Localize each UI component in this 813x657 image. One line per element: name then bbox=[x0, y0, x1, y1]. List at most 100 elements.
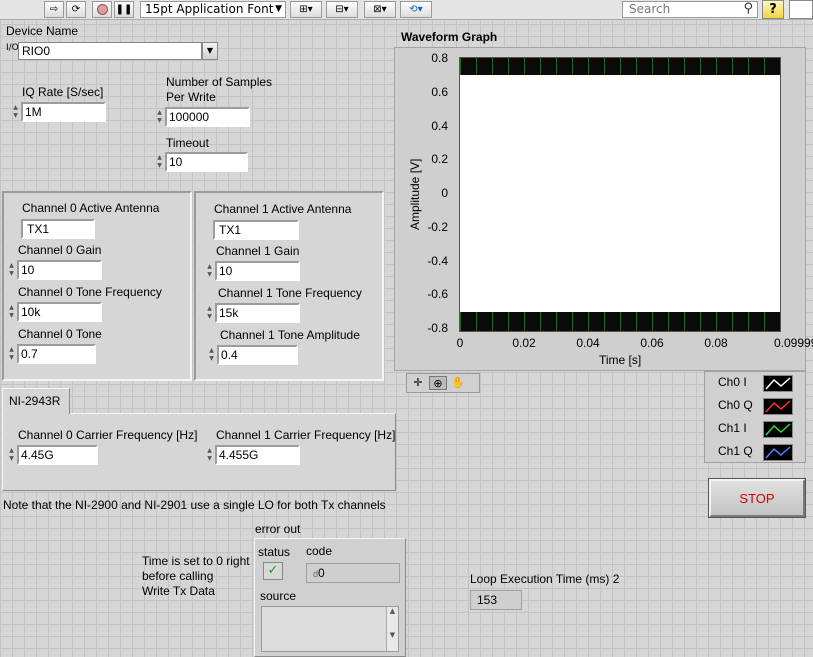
iq-rate-value[interactable]: 1M bbox=[21, 102, 106, 122]
plot-legend: Ch0 I Ch0 Q Ch1 I Ch1 Q bbox=[704, 371, 806, 463]
source-indicator: ▲ ▼ bbox=[261, 606, 399, 652]
channel1-gain-control[interactable]: ▲ ▼ 10 bbox=[204, 261, 300, 281]
align-objects-icon[interactable]: ⊞▾ bbox=[290, 1, 322, 18]
ch0-carrier-label: Channel 0 Carrier Frequency [Hz] bbox=[18, 428, 198, 442]
scrollbar[interactable]: ▲ ▼ bbox=[386, 607, 398, 651]
channel0-antenna-label: Channel 0 Active Antenna bbox=[22, 201, 160, 215]
channel0-tone-freq-label: Channel 0 Tone Frequency bbox=[18, 285, 162, 299]
legend-label: Ch1 Q bbox=[718, 444, 753, 458]
legend-item[interactable]: Ch0 Q bbox=[705, 395, 807, 418]
y-tick-label: 0.6 bbox=[431, 84, 448, 99]
channel1-tone-amp-control[interactable]: ▲ ▼ 0.4 bbox=[206, 345, 298, 365]
ch1-carrier-value[interactable]: 4.455G bbox=[215, 445, 300, 465]
timeout-label: Timeout bbox=[166, 136, 209, 150]
ch1-carrier-control[interactable]: ▲ ▼ 4.455G bbox=[204, 445, 300, 465]
reorder-icon[interactable]: ⟲▾ bbox=[400, 1, 432, 18]
loop-time-label: Loop Execution Time (ms) 2 bbox=[470, 572, 620, 586]
chevron-down-icon: ▼ bbox=[275, 4, 282, 14]
channel1-tone-freq-value[interactable]: 15k bbox=[215, 303, 300, 323]
io-icon: I/O bbox=[6, 43, 19, 53]
increment-arrows-icon[interactable]: ▲ ▼ bbox=[154, 152, 165, 172]
increment-arrows-icon[interactable]: ▲ ▼ bbox=[204, 261, 215, 281]
x-axis-label: Time [s] bbox=[599, 353, 642, 367]
vi-icon bbox=[789, 0, 813, 19]
stop-button[interactable]: STOP bbox=[708, 478, 806, 518]
channel0-antenna-value[interactable]: TX1 bbox=[21, 219, 95, 239]
y-tick-label: 0.4 bbox=[431, 118, 448, 133]
channel1-tone-amp-value[interactable]: 0.4 bbox=[217, 345, 298, 365]
channel0-gain-value[interactable]: 10 bbox=[17, 260, 102, 280]
legend-swatch bbox=[763, 421, 793, 438]
iq-rate-control[interactable]: ▲ ▼ 1M bbox=[10, 102, 106, 122]
increment-arrows-icon[interactable]: ▲ ▼ bbox=[6, 302, 17, 322]
channel0-tone-value[interactable]: 0.7 bbox=[17, 344, 96, 364]
increment-arrows-icon[interactable]: ▲ ▼ bbox=[6, 344, 17, 364]
channel1-antenna-label: Channel 1 Active Antenna bbox=[214, 202, 352, 216]
checkmark-icon: ✓ bbox=[263, 562, 283, 580]
device-name-control[interactable]: I/O RIO0 ▼ bbox=[6, 42, 218, 60]
y-tick-label: -0.4 bbox=[427, 253, 448, 268]
ch0-carrier-value[interactable]: 4.45G bbox=[17, 445, 98, 465]
graph-palette: ✛ ⊕ ✋ bbox=[406, 373, 480, 393]
channel1-gain-value[interactable]: 10 bbox=[215, 261, 300, 281]
code-indicator: d0 bbox=[306, 563, 400, 583]
y-tick-label: -0.8 bbox=[427, 321, 448, 335]
iq-rate-label: IQ Rate [S/sec] bbox=[22, 85, 104, 99]
timeout-control[interactable]: ▲ ▼ 10 bbox=[154, 152, 248, 172]
channel1-gain-label: Channel 1 Gain bbox=[216, 244, 300, 258]
x-tick-label: 0.02 bbox=[512, 336, 536, 350]
samples-value[interactable]: 100000 bbox=[165, 107, 250, 127]
increment-arrows-icon[interactable]: ▲ ▼ bbox=[6, 445, 17, 465]
chevron-down-icon[interactable]: ▼ bbox=[202, 42, 218, 60]
channel0-gain-control[interactable]: ▲ ▼ 10 bbox=[6, 260, 102, 280]
cursor-move-icon[interactable]: ✛ bbox=[409, 376, 427, 390]
channel0-tone-freq-control[interactable]: ▲ ▼ 10k bbox=[6, 302, 102, 322]
search-input[interactable]: Search ⚲ bbox=[622, 1, 758, 18]
samples-control[interactable]: ▲ ▼ 100000 bbox=[154, 107, 250, 127]
search-placeholder: Search bbox=[629, 2, 671, 16]
increment-arrows-icon[interactable]: ▲ ▼ bbox=[206, 345, 217, 365]
channel1-antenna-value[interactable]: TX1 bbox=[213, 220, 299, 240]
run-continuously-icon[interactable]: ⟳ bbox=[66, 1, 86, 18]
time-note-line1: Time is set to 0 right bbox=[142, 554, 250, 568]
abort-icon[interactable] bbox=[92, 1, 112, 18]
channel1-tone-freq-control[interactable]: ▲ ▼ 15k bbox=[204, 303, 300, 323]
increment-arrows-icon[interactable]: ▲ ▼ bbox=[10, 102, 21, 122]
timeout-value[interactable]: 10 bbox=[165, 152, 248, 172]
channel0-tone-control[interactable]: ▲ ▼ 0.7 bbox=[6, 344, 96, 364]
font-label: 15pt Application Font bbox=[145, 2, 274, 16]
distribute-objects-icon[interactable]: ⊟▾ bbox=[326, 1, 358, 18]
channel1-tone-amp-label: Channel 1 Tone Amplitude bbox=[220, 328, 360, 342]
lo-note: Note that the NI-2900 and NI-2901 use a … bbox=[3, 498, 386, 512]
zoom-icon[interactable]: ⊕ bbox=[429, 376, 447, 390]
legend-swatch bbox=[763, 444, 793, 461]
pause-icon[interactable]: ❚❚ bbox=[114, 1, 134, 18]
legend-item[interactable]: Ch0 I bbox=[705, 372, 807, 395]
help-icon[interactable]: ? bbox=[762, 0, 784, 19]
font-selector[interactable]: 15pt Application Font ▼ bbox=[140, 1, 286, 18]
y-tick-label: 0 bbox=[441, 186, 448, 200]
time-note-line3: Write Tx Data bbox=[142, 584, 215, 598]
legend-label: Ch1 I bbox=[718, 421, 747, 435]
samples-label-line2: Per Write bbox=[166, 90, 216, 104]
tab-ni-2943r[interactable]: NI-2943R bbox=[2, 388, 70, 414]
y-tick-label: -0.2 bbox=[427, 219, 448, 234]
run-arrow-icon[interactable]: ⇨ bbox=[44, 1, 64, 18]
plot-area[interactable] bbox=[459, 57, 781, 332]
ch0-carrier-control[interactable]: ▲ ▼ 4.45G bbox=[6, 445, 98, 465]
pan-hand-icon[interactable]: ✋ bbox=[449, 376, 467, 390]
resize-objects-icon[interactable]: ⊠▾ bbox=[364, 1, 396, 18]
trace-band-bottom bbox=[460, 312, 780, 331]
legend-item[interactable]: Ch1 Q bbox=[705, 441, 807, 464]
increment-arrows-icon[interactable]: ▲ ▼ bbox=[6, 260, 17, 280]
y-tick-label: -0.6 bbox=[427, 287, 448, 302]
increment-arrows-icon[interactable]: ▲ ▼ bbox=[204, 303, 215, 323]
increment-arrows-icon[interactable]: ▲ ▼ bbox=[204, 445, 215, 465]
x-tick-label: 0.06 bbox=[640, 336, 664, 350]
increment-arrows-icon[interactable]: ▲ ▼ bbox=[154, 107, 165, 127]
graph-title: Waveform Graph bbox=[401, 30, 498, 44]
channel0-tone-freq-value[interactable]: 10k bbox=[17, 302, 102, 322]
y-axis-label: Amplitude [V] bbox=[408, 158, 422, 230]
y-tick-label: 0.8 bbox=[431, 51, 448, 65]
legend-item[interactable]: Ch1 I bbox=[705, 418, 807, 441]
